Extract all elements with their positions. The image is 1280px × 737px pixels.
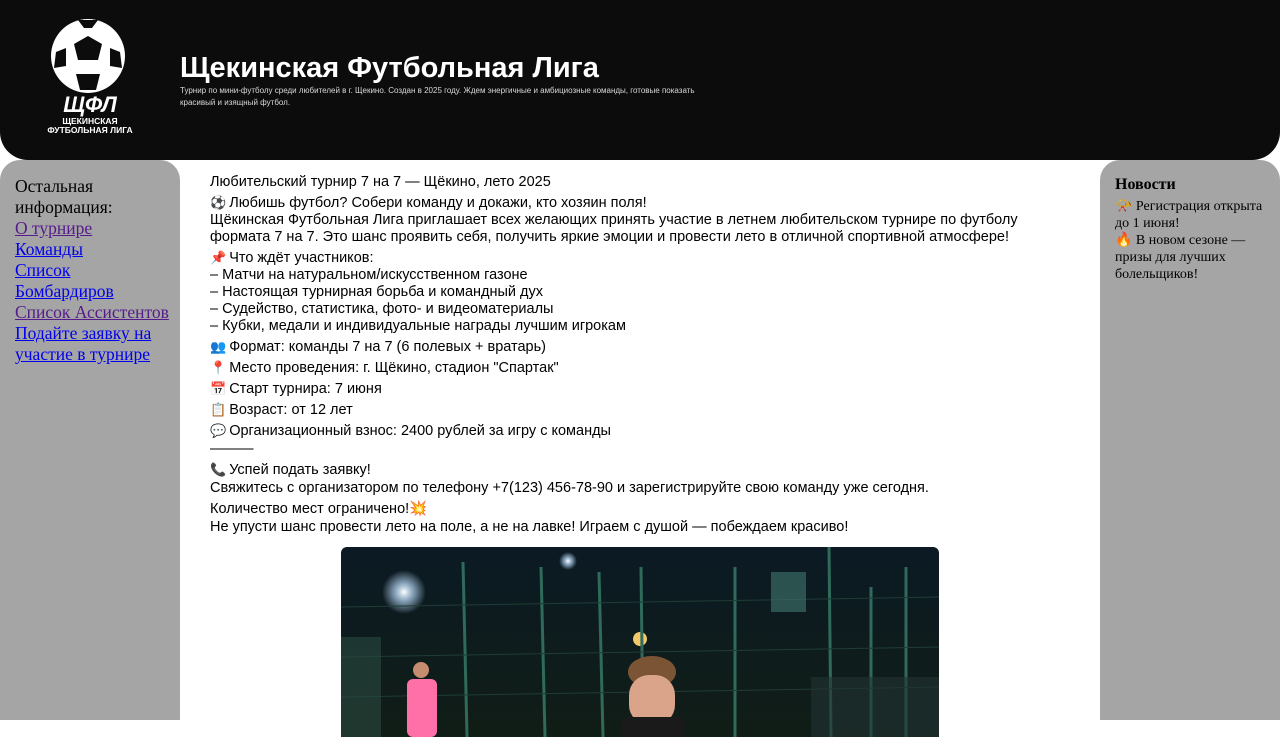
nav-link-about[interactable]: О турнире: [15, 218, 172, 239]
limited-text: Количество мест ограничено!💥: [210, 501, 428, 517]
speech-bubble-icon: 💬: [210, 423, 227, 438]
clipboard-icon: 📋: [210, 402, 227, 417]
cta-text: Успей подать заявку!: [229, 462, 371, 478]
site-header: ЩФЛ ЩЕКИНСКАЯ ФУТБОЛЬНАЯ ЛИГА Щекинская …: [0, 0, 1280, 160]
logo-abbr: ЩФЛ: [63, 92, 117, 117]
fee-text: Организационный взнос: 2400 рублей за иг…: [229, 423, 611, 439]
nav-link-assists[interactable]: Список Ассистентов: [15, 302, 172, 323]
divider: ———: [210, 441, 254, 457]
calendar-icon: 📅: [210, 381, 227, 396]
news-heading: Новости: [1115, 176, 1176, 193]
news-sidebar: Новости 📯 Регистрация открыта до 1 июня!…: [1100, 160, 1280, 720]
start-text: Старт турнира: 7 июня: [229, 381, 382, 397]
sidebar-heading: Остальная информация:: [15, 176, 113, 217]
place-text: Место проведения: г. Щёкино, стадион "Сп…: [229, 360, 559, 376]
list-item: – Матчи на натуральном/искусственном газ…: [210, 267, 528, 283]
soccer-ball-icon: [51, 19, 125, 93]
main-content: Любительский турнир 7 на 7 — Щёкино, лет…: [210, 173, 1080, 536]
phone-icon: 📞: [210, 462, 227, 477]
list-item: – Кубки, медали и индивидуальные награды…: [210, 318, 626, 334]
contact-text: Свяжитесь с организатором по телефону +7…: [210, 480, 929, 496]
list-item: – Судейство, статистика, фото- и видеома…: [210, 301, 554, 317]
left-sidebar: Остальная информация: О турнире Команды …: [0, 160, 180, 720]
league-logo[interactable]: ЩФЛ ЩЕКИНСКАЯ ФУТБОЛЬНАЯ ЛИГА: [22, 8, 158, 148]
nav-link-scorers[interactable]: Список Бомбардиров: [15, 260, 172, 302]
expect-heading: Что ждёт участников:: [229, 250, 374, 266]
format-text: Формат: команды 7 на 7 (6 полевых + врат…: [229, 339, 547, 355]
news-item: 🔥 В новом сезоне — призы для лучших боле…: [1115, 233, 1246, 282]
soccer-ball-icon: ⚽: [210, 195, 227, 210]
site-description: Турнир по мини-футболу среди любителей в…: [180, 86, 695, 107]
logo-line2: ФУТБОЛЬНАЯ ЛИГА: [47, 125, 132, 135]
pushpin-icon: 📌: [210, 250, 227, 265]
news-item: 📯 Регистрация открыта до 1 июня!: [1115, 199, 1263, 231]
slogan-text: Не упусти шанс провести лето на поле, а …: [210, 519, 849, 535]
nav-link-teams[interactable]: Команды: [15, 239, 172, 260]
invite-text: Щёкинская Футбольная Лига приглашает все…: [210, 212, 1018, 245]
site-title: Щекинская Футбольная Лига: [180, 52, 599, 84]
age-text: Возраст: от 12 лет: [229, 402, 353, 418]
list-item: – Настоящая турнирная борьба и командный…: [210, 284, 543, 300]
location-pin-icon: 📍: [210, 360, 227, 375]
intro-text: Любишь футбол? Собери команду и докажи, …: [229, 195, 647, 211]
player-photo: [341, 547, 939, 737]
people-icon: 👥: [210, 339, 227, 354]
article-title: Любительский турнир 7 на 7 — Щёкино, лет…: [210, 174, 551, 190]
nav-link-apply[interactable]: Подайте заявку на участие в турнире: [15, 323, 172, 365]
